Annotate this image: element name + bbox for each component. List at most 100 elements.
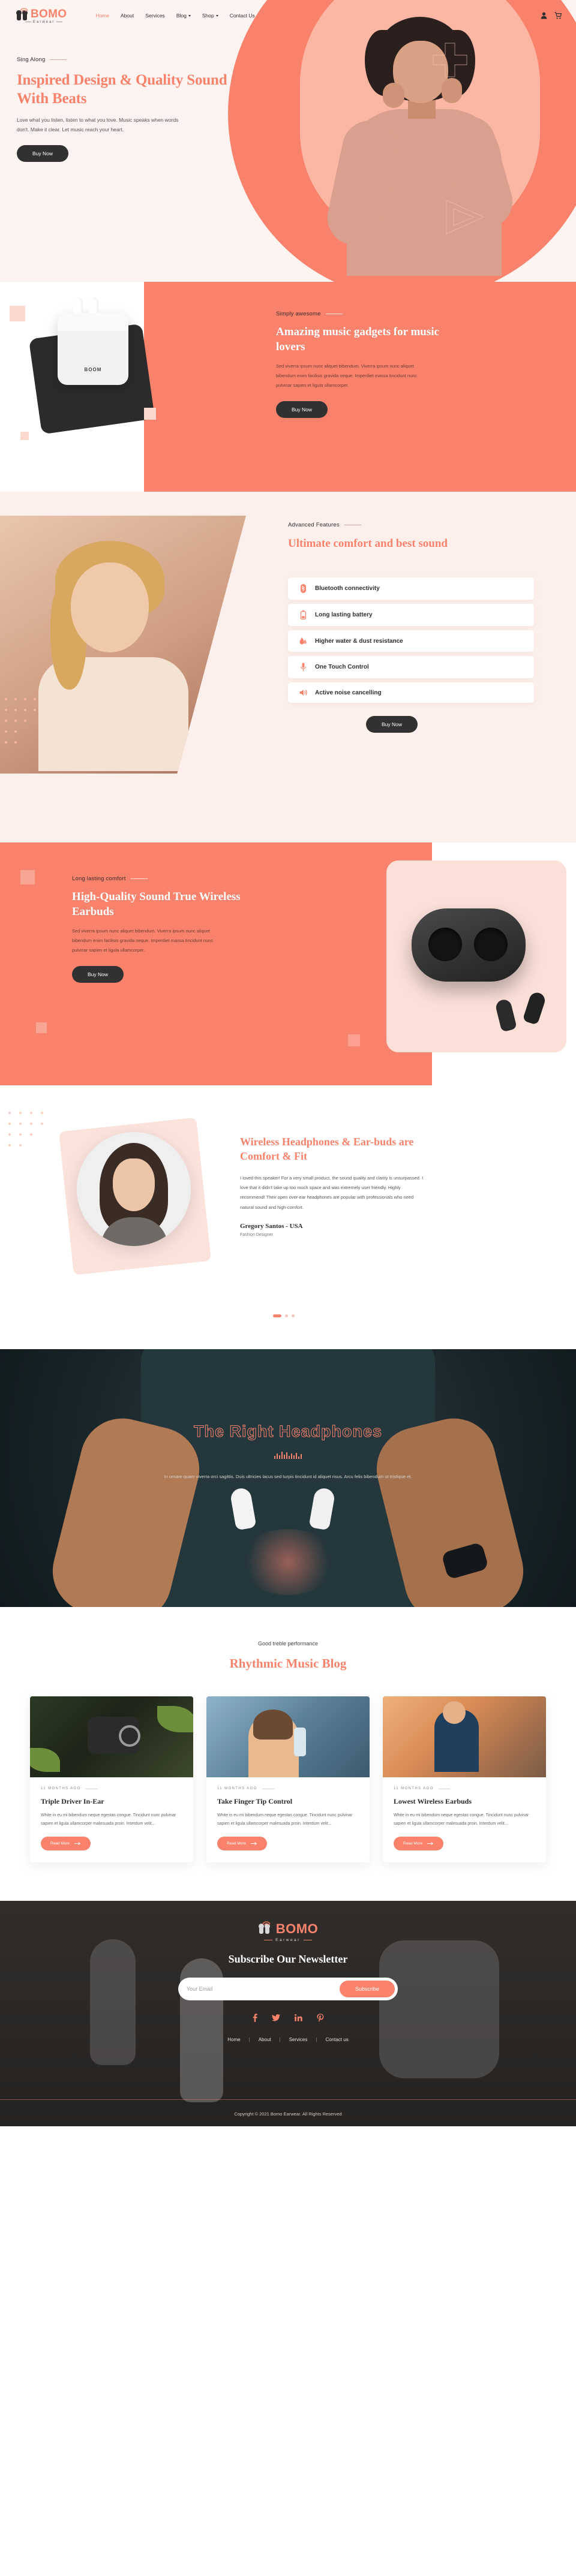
blog-read-more-button[interactable]: Read More <box>217 1837 268 1851</box>
footer-link-contact-us[interactable]: Contact us <box>325 2037 348 2042</box>
footer-link-home[interactable]: Home <box>227 2037 240 2042</box>
nav-item-shop[interactable]: Shop <box>202 13 218 19</box>
hero-paragraph: Love what you listen, listen to what you… <box>17 117 179 133</box>
hero-buy-now-button[interactable]: Buy Now <box>17 145 69 162</box>
footer-divider <box>0 2099 576 2100</box>
chevron-down-icon <box>215 14 218 17</box>
banner-paragraph: In ornare quam viverra orci sagittis. Du… <box>164 1474 412 1479</box>
nav-item-blog[interactable]: Blog <box>176 13 191 19</box>
testimonial-title: Wireless Headphones & Ear-buds are Comfo… <box>240 1136 414 1163</box>
nav-links: Home About Services Blog Shop Contact Us <box>95 13 254 19</box>
blog-card[interactable]: 11 MONTHS AGO Triple Driver In-Ear White… <box>30 1696 193 1863</box>
cart-icon[interactable] <box>554 12 562 19</box>
features-content: Advanced Features Ultimate comfort and b… <box>288 522 540 733</box>
banner-title: The Right Headphones <box>193 1422 382 1441</box>
microphone-icon <box>299 663 308 672</box>
feature-label: Active noise cancelling <box>315 689 382 696</box>
blog-card-list: 11 MONTHS AGO Triple Driver In-Ear White… <box>0 1696 576 1863</box>
feature-item-one-touch-control[interactable]: One Touch Control <box>288 656 534 679</box>
newsletter-heading: Subscribe Our Newsletter <box>228 1953 348 1966</box>
decorative-plus-shape <box>433 43 467 77</box>
decorative-triangle-shape <box>446 200 485 234</box>
hero-section: BOMO Earwear Home About Services Blog Sh… <box>0 0 576 282</box>
logo-text: BOMO <box>31 7 67 20</box>
features-buy-now-button[interactable]: Buy Now <box>366 716 418 733</box>
hero-title: Inspired Design & Quality Sound With Bea… <box>17 72 227 107</box>
footer-link-services[interactable]: Services <box>289 2037 308 2042</box>
user-icon[interactable] <box>541 12 547 19</box>
blog-read-more-button[interactable]: Read More <box>41 1837 91 1851</box>
social-links <box>0 2014 576 2024</box>
feature-label: Long lasting battery <box>315 612 373 619</box>
features-title: Ultimate comfort and best sound <box>288 537 448 550</box>
footer-links: Home | About | Services | Contact us <box>0 2037 576 2042</box>
quality-section: Long lasting comfort High-Quality Sound … <box>0 842 576 1085</box>
feature-label: Bluetooth connectivity <box>315 585 380 592</box>
subscribe-button[interactable]: Subscribe <box>339 1981 395 1998</box>
arrow-right-icon <box>74 1842 81 1846</box>
nav-item-home[interactable]: Home <box>95 13 109 19</box>
blog-card-image <box>30 1696 193 1777</box>
carousel-dot[interactable] <box>292 1314 295 1317</box>
footer-logo[interactable]: BOMO Earwear <box>258 1921 318 1942</box>
gadgets-product-image: BOOM <box>0 282 228 492</box>
nav-item-contact-us[interactable]: Contact Us <box>230 13 255 19</box>
twitter-icon[interactable] <box>271 2014 280 2023</box>
carousel-dot-active[interactable] <box>273 1314 281 1317</box>
blog-read-more-button[interactable]: Read More <box>394 1837 444 1851</box>
banner-glow <box>240 1529 336 1595</box>
quality-paragraph: Sed viverra ipsum nunc aliquet bibendum.… <box>72 928 214 953</box>
earbuds-logo-icon <box>16 7 29 21</box>
testimonial-quote: I loved this speaker! For a very small p… <box>240 1175 424 1210</box>
footer-link-separator: | <box>316 2037 317 2043</box>
testimonial-role: Fashion Designer <box>240 1232 273 1237</box>
arrow-right-icon <box>427 1842 434 1846</box>
water-drop-icon <box>299 637 308 645</box>
hero-content: Sing Along Inspired Design & Quality Sou… <box>0 25 246 162</box>
feature-item-bluetooth[interactable]: Bluetooth connectivity <box>288 577 534 600</box>
blog-card[interactable]: 11 MONTHS AGO Take Finger Tip Control Wh… <box>206 1696 370 1863</box>
feature-item-battery[interactable]: Long lasting battery <box>288 604 534 627</box>
blog-card-title: Take Finger Tip Control <box>217 1797 293 1805</box>
quality-buy-now-button[interactable]: Buy Now <box>72 965 124 983</box>
blog-card-title: Triple Driver In-Ear <box>41 1797 104 1805</box>
footer-link-about[interactable]: About <box>259 2037 271 2042</box>
feature-item-noise-cancelling[interactable]: Active noise cancelling <box>288 682 534 703</box>
main-navigation: BOMO Earwear Home About Services Blog Sh… <box>0 0 576 25</box>
banner-section: The Right Headphones In ornare quam vive… <box>0 1349 576 1607</box>
facebook-icon[interactable] <box>253 2014 257 2024</box>
blog-card-excerpt: White in eu mi bibendum neque egestas co… <box>41 1813 176 1826</box>
bluetooth-icon <box>299 584 308 594</box>
blog-eyebrow: Good treble performance <box>257 1641 319 1647</box>
blog-card-meta: 11 MONTHS AGO <box>41 1787 182 1790</box>
equalizer-icon <box>270 1450 306 1459</box>
quality-product-image <box>318 842 576 1085</box>
earbuds-logo-icon <box>258 1921 274 1937</box>
features-list: Bluetooth connectivity Long lasting batt… <box>288 577 534 703</box>
blog-card-excerpt: White in eu mi bibendum neque egestas co… <box>217 1813 353 1826</box>
gadgets-content: Simply awesome Amazing music gadgets for… <box>276 311 456 418</box>
quality-title: High-Quality Sound True Wireless Earbuds <box>72 890 241 918</box>
blog-card[interactable]: 11 MONTHS AGO Lowest Wireless Earbuds Wh… <box>383 1696 546 1863</box>
feature-label: Higher water & dust resistance <box>315 637 403 645</box>
nav-item-services[interactable]: Services <box>145 13 165 19</box>
quality-content: Long lasting comfort High-Quality Sound … <box>72 875 270 983</box>
email-field[interactable] <box>187 1986 340 1993</box>
nav-item-about[interactable]: About <box>121 13 134 19</box>
copyright-text: Copyright © 2021 Bomo Earwear. All Right… <box>234 2111 342 2117</box>
landing-page: BOMO Earwear Home About Services Blog Sh… <box>0 0 576 2127</box>
footer-logo-text: BOMO <box>275 1921 319 1937</box>
features-eyebrow: Advanced Features <box>288 522 540 528</box>
dot-pattern-decoration <box>8 1112 43 1146</box>
linkedin-icon[interactable] <box>294 2014 302 2023</box>
gadgets-buy-now-button[interactable]: Buy Now <box>276 401 328 418</box>
pinterest-icon[interactable] <box>317 2014 324 2024</box>
testimonial-carousel-dots[interactable] <box>273 1314 295 1317</box>
carousel-dot[interactable] <box>285 1314 288 1317</box>
features-section: Advanced Features Ultimate comfort and b… <box>0 492 576 842</box>
logo-tagline: Earwear <box>25 20 63 24</box>
gadgets-title: Amazing music gadgets for music lovers <box>276 326 439 353</box>
footer-logo-tagline: Earwear <box>264 1938 312 1942</box>
site-logo[interactable]: BOMO Earwear <box>16 8 67 24</box>
feature-item-water-dust[interactable]: Higher water & dust resistance <box>288 630 534 652</box>
